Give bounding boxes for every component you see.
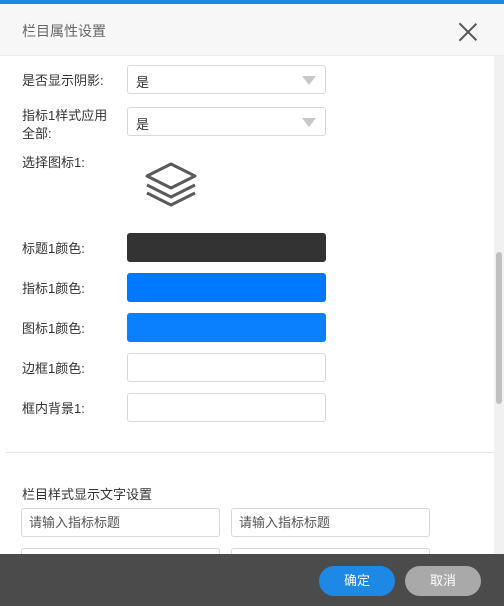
shadow-select-value: 是 xyxy=(136,75,150,90)
chevron-down-icon xyxy=(302,76,316,85)
title-color-swatch[interactable] xyxy=(127,233,326,262)
content-scrollbar[interactable] xyxy=(494,56,504,554)
section-divider xyxy=(6,452,494,453)
apply-all-label-line2: 全部: xyxy=(22,126,52,141)
shadow-label: 是否显示阴影: xyxy=(22,73,104,88)
chevron-down-icon xyxy=(302,118,316,127)
inner-bg-color-swatch[interactable] xyxy=(127,393,326,422)
close-icon[interactable] xyxy=(458,22,478,42)
indicator-title-input-2[interactable] xyxy=(231,508,430,537)
border-color-swatch[interactable] xyxy=(127,353,326,382)
icon-select-label: 选择图标1: xyxy=(22,155,85,170)
column-settings-dialog: 栏目属性设置 是否显示阴影: 是 指标1样式应用 全部: 是 选择图标1: 标题… xyxy=(0,4,504,606)
scrollbar-thumb[interactable] xyxy=(496,252,502,404)
apply-all-label-line1: 指标1样式应用 xyxy=(22,108,108,123)
layers-icon[interactable] xyxy=(144,161,198,209)
dialog-content[interactable]: 是否显示阴影: 是 指标1样式应用 全部: 是 选择图标1: 标题1颜色: 指标… xyxy=(0,56,504,554)
icon-color-label: 图标1颜色: xyxy=(22,321,85,336)
apply-all-select-value: 是 xyxy=(136,117,150,132)
shadow-select[interactable]: 是 xyxy=(127,65,326,94)
icon-color-swatch[interactable] xyxy=(127,313,326,342)
dialog-footer: 确定 取消 xyxy=(0,554,504,606)
confirm-button[interactable]: 确定 xyxy=(319,566,395,596)
apply-all-select[interactable]: 是 xyxy=(127,107,326,136)
text-settings-heading: 栏目样式显示文字设置 xyxy=(22,487,153,502)
cancel-button[interactable]: 取消 xyxy=(405,566,481,596)
inner-bg-label: 框内背景1: xyxy=(22,401,85,416)
title-color-label: 标题1颜色: xyxy=(22,241,85,256)
indicator-title-input-1[interactable] xyxy=(21,508,220,537)
indicator-color-label: 指标1颜色: xyxy=(22,281,85,296)
indicator-color-swatch[interactable] xyxy=(127,273,326,302)
dialog-title: 栏目属性设置 xyxy=(22,23,106,39)
border-color-label: 边框1颜色: xyxy=(22,361,85,376)
dialog-header: 栏目属性设置 xyxy=(0,4,504,56)
